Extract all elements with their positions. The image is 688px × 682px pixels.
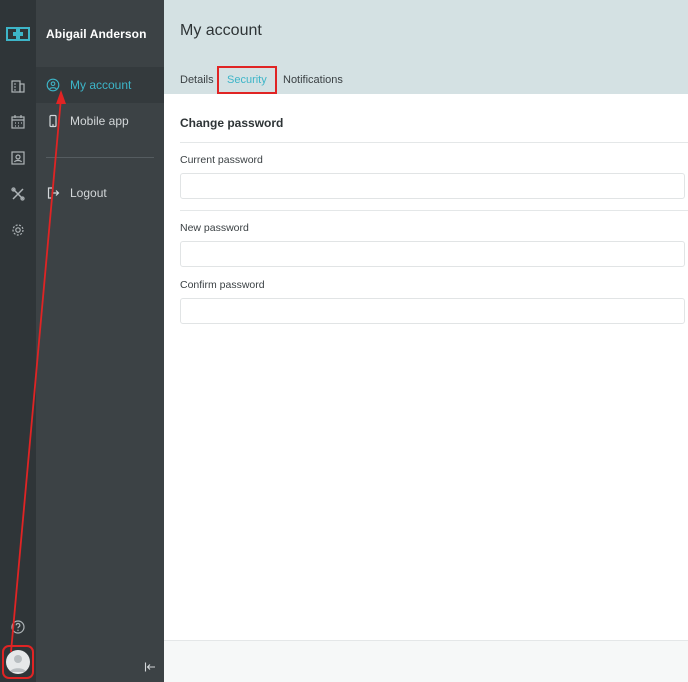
menu-divider [46,157,154,158]
page-header: My account Details Security Notification… [164,0,688,94]
tools-icon[interactable] [10,186,26,202]
tab-details[interactable]: Details [180,66,214,94]
building-icon[interactable] [10,78,26,94]
menu-item-label: Logout [70,186,107,200]
section-divider [180,142,688,143]
badge-icon[interactable] [10,150,26,166]
tab-security[interactable]: Security [217,66,277,94]
logout-icon [47,187,60,199]
current-password-field[interactable] [180,173,685,199]
page-footer [164,640,688,682]
user-circle-icon [46,78,60,92]
new-password-label: New password [180,222,249,234]
icon-rail [0,0,36,682]
phone-icon [49,114,57,128]
gear-icon[interactable] [10,222,26,238]
avatar-icon[interactable] [6,650,30,674]
confirm-password-label: Confirm password [180,279,265,291]
user-name: Abigail Anderson [46,27,147,41]
confirm-password-field[interactable] [180,298,685,324]
menu-item-logout[interactable]: Logout [36,175,164,211]
menu-item-my-account[interactable]: My account [36,67,164,103]
current-password-label: Current password [180,154,263,166]
menu-item-mobile-app[interactable]: Mobile app [36,103,164,139]
logo-icon[interactable] [6,26,30,42]
tab-notifications[interactable]: Notifications [283,66,343,94]
help-icon[interactable] [10,619,26,635]
menu-item-label: My account [70,78,132,92]
main-content: My account Details Security Notification… [164,0,688,682]
menu-item-label: Mobile app [70,114,129,128]
new-password-field[interactable] [180,241,685,267]
collapse-left-icon[interactable] [144,661,156,673]
avatar-button[interactable] [2,645,34,679]
section-title: Change password [180,116,284,130]
page-title: My account [180,22,262,39]
account-menu-panel: Abigail Anderson My account Mobile app L… [36,0,164,682]
calendar-icon[interactable] [10,114,26,130]
field-divider [180,210,688,211]
